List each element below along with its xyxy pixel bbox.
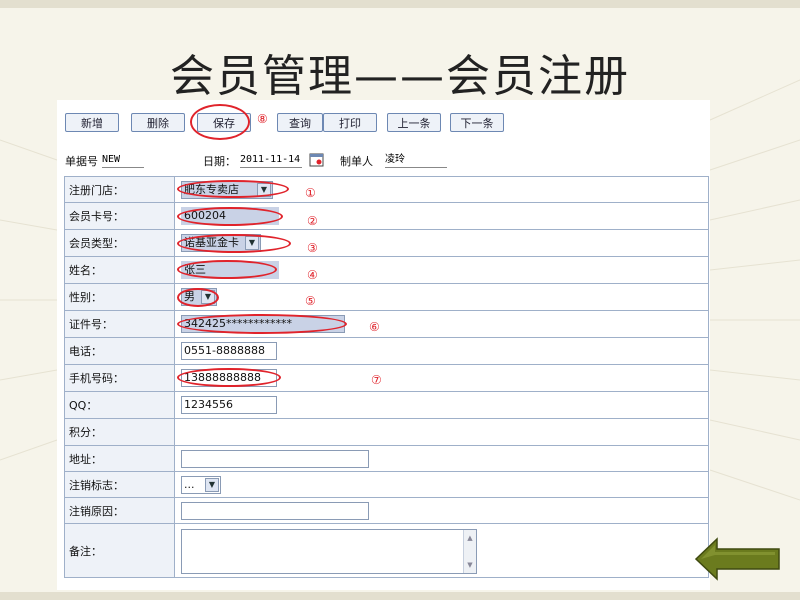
row-mobile: 手机号码： 13888888888 [65,365,708,392]
mobile-input[interactable]: 13888888888 [181,369,277,387]
scroll-down-icon[interactable]: ▼ [464,557,476,573]
cancel-flag-select[interactable]: ... ▼ [181,476,221,494]
cancel-reason-input[interactable] [181,502,369,520]
chevron-down-icon: ▼ [201,290,215,304]
cancel-reason-label: 注销原因： [65,498,175,523]
member-form: 注册门店： 肥东专卖店 ▼ 会员卡号： 600204 会员类型： 诺基亚金卡 ▼… [64,176,709,578]
chevron-down-icon: ▼ [205,478,219,492]
gender-select[interactable]: 男 ▼ [181,288,217,306]
prev-record-button[interactable]: 上一条 [387,113,441,132]
member-type-label: 会员类型： [65,230,175,256]
name-label: 姓名： [65,257,175,283]
row-remark: 备注： ▲ ▼ [65,524,708,577]
store-label: 注册门店： [65,177,175,202]
creator-value: 凌玲 [385,153,447,168]
cancel-flag-value: ... [184,478,195,491]
calendar-icon[interactable] [309,152,324,167]
doc-no-value: NEW [102,153,144,168]
save-button[interactable]: 保存 [197,113,251,132]
row-address: 地址： [65,446,708,472]
scroll-up-icon[interactable]: ▲ [464,530,476,546]
annotation-6: ⑥ [369,320,380,334]
doc-no-label: 单据号 [65,155,98,168]
annotation-5: ⑤ [305,294,316,308]
creator-label: 制单人 [340,155,373,168]
print-button[interactable]: 打印 [323,113,377,132]
address-input[interactable] [181,450,369,468]
date-label: 日期： [203,155,236,168]
query-button[interactable]: 查询 [277,113,323,132]
phone-input[interactable]: 0551-8888888 [181,342,277,360]
row-phone: 电话： 0551-8888888 [65,338,708,365]
row-card-no: 会员卡号： 600204 [65,203,708,230]
gender-label: 性别： [65,284,175,310]
row-id-no: 证件号： 342425************ [65,311,708,338]
member-type-value: 诺基亚金卡 [184,236,239,249]
slide-title: 会员管理——会员注册 [170,51,630,102]
chevron-down-icon: ▼ [245,236,259,250]
store-value: 肥东专卖店 [184,183,239,196]
store-select[interactable]: 肥东专卖店 ▼ [181,181,273,199]
row-qq: QQ： 1234556 [65,392,708,419]
remark-textarea[interactable]: ▲ ▼ [181,529,477,574]
row-gender: 性别： 男 ▼ [65,284,708,311]
row-store: 注册门店： 肥东专卖店 ▼ [65,177,708,203]
id-no-label: 证件号： [65,311,175,337]
row-cancel-reason: 注销原因： [65,498,708,524]
card-no-input[interactable]: 600204 [181,207,279,225]
annotation-4: ④ [307,268,318,282]
new-button[interactable]: 新增 [65,113,119,132]
remark-label: 备注： [65,524,175,577]
points-input[interactable] [181,423,271,441]
annotation-3: ③ [307,241,318,255]
annotation-1: ① [305,186,316,200]
annotation-8: ⑧ [257,112,268,126]
mobile-label: 手机号码： [65,365,175,391]
card-no-label: 会员卡号： [65,203,175,229]
address-label: 地址： [65,446,175,471]
phone-label: 电话： [65,338,175,364]
annotation-7: ⑦ [371,373,382,387]
id-no-input[interactable]: 342425************ [181,315,345,333]
next-record-button[interactable]: 下一条 [450,113,504,132]
member-registration-window: 新增 删除 保存 查询 打印 上一条 下一条 ⑧ 单据号 NEW 日期： 201… [57,100,710,590]
points-label: 积分： [65,419,175,445]
qq-input[interactable]: 1234556 [181,396,277,414]
gender-value: 男 [184,290,195,303]
row-cancel-flag: 注销标志： ... ▼ [65,472,708,498]
row-member-type: 会员类型： 诺基亚金卡 ▼ [65,230,708,257]
back-arrow-icon[interactable] [695,537,781,581]
row-name: 姓名： 张三 [65,257,708,284]
name-input[interactable]: 张三 [181,261,279,279]
annotation-2: ② [307,214,318,228]
remark-scrollbar[interactable]: ▲ ▼ [463,530,476,573]
delete-button[interactable]: 删除 [131,113,185,132]
qq-label: QQ： [65,392,175,418]
row-points: 积分： [65,419,708,446]
chevron-down-icon: ▼ [257,183,271,197]
member-type-select[interactable]: 诺基亚金卡 ▼ [181,234,261,252]
cancel-flag-label: 注销标志： [65,472,175,497]
date-value[interactable]: 2011-11-14 [240,153,302,168]
